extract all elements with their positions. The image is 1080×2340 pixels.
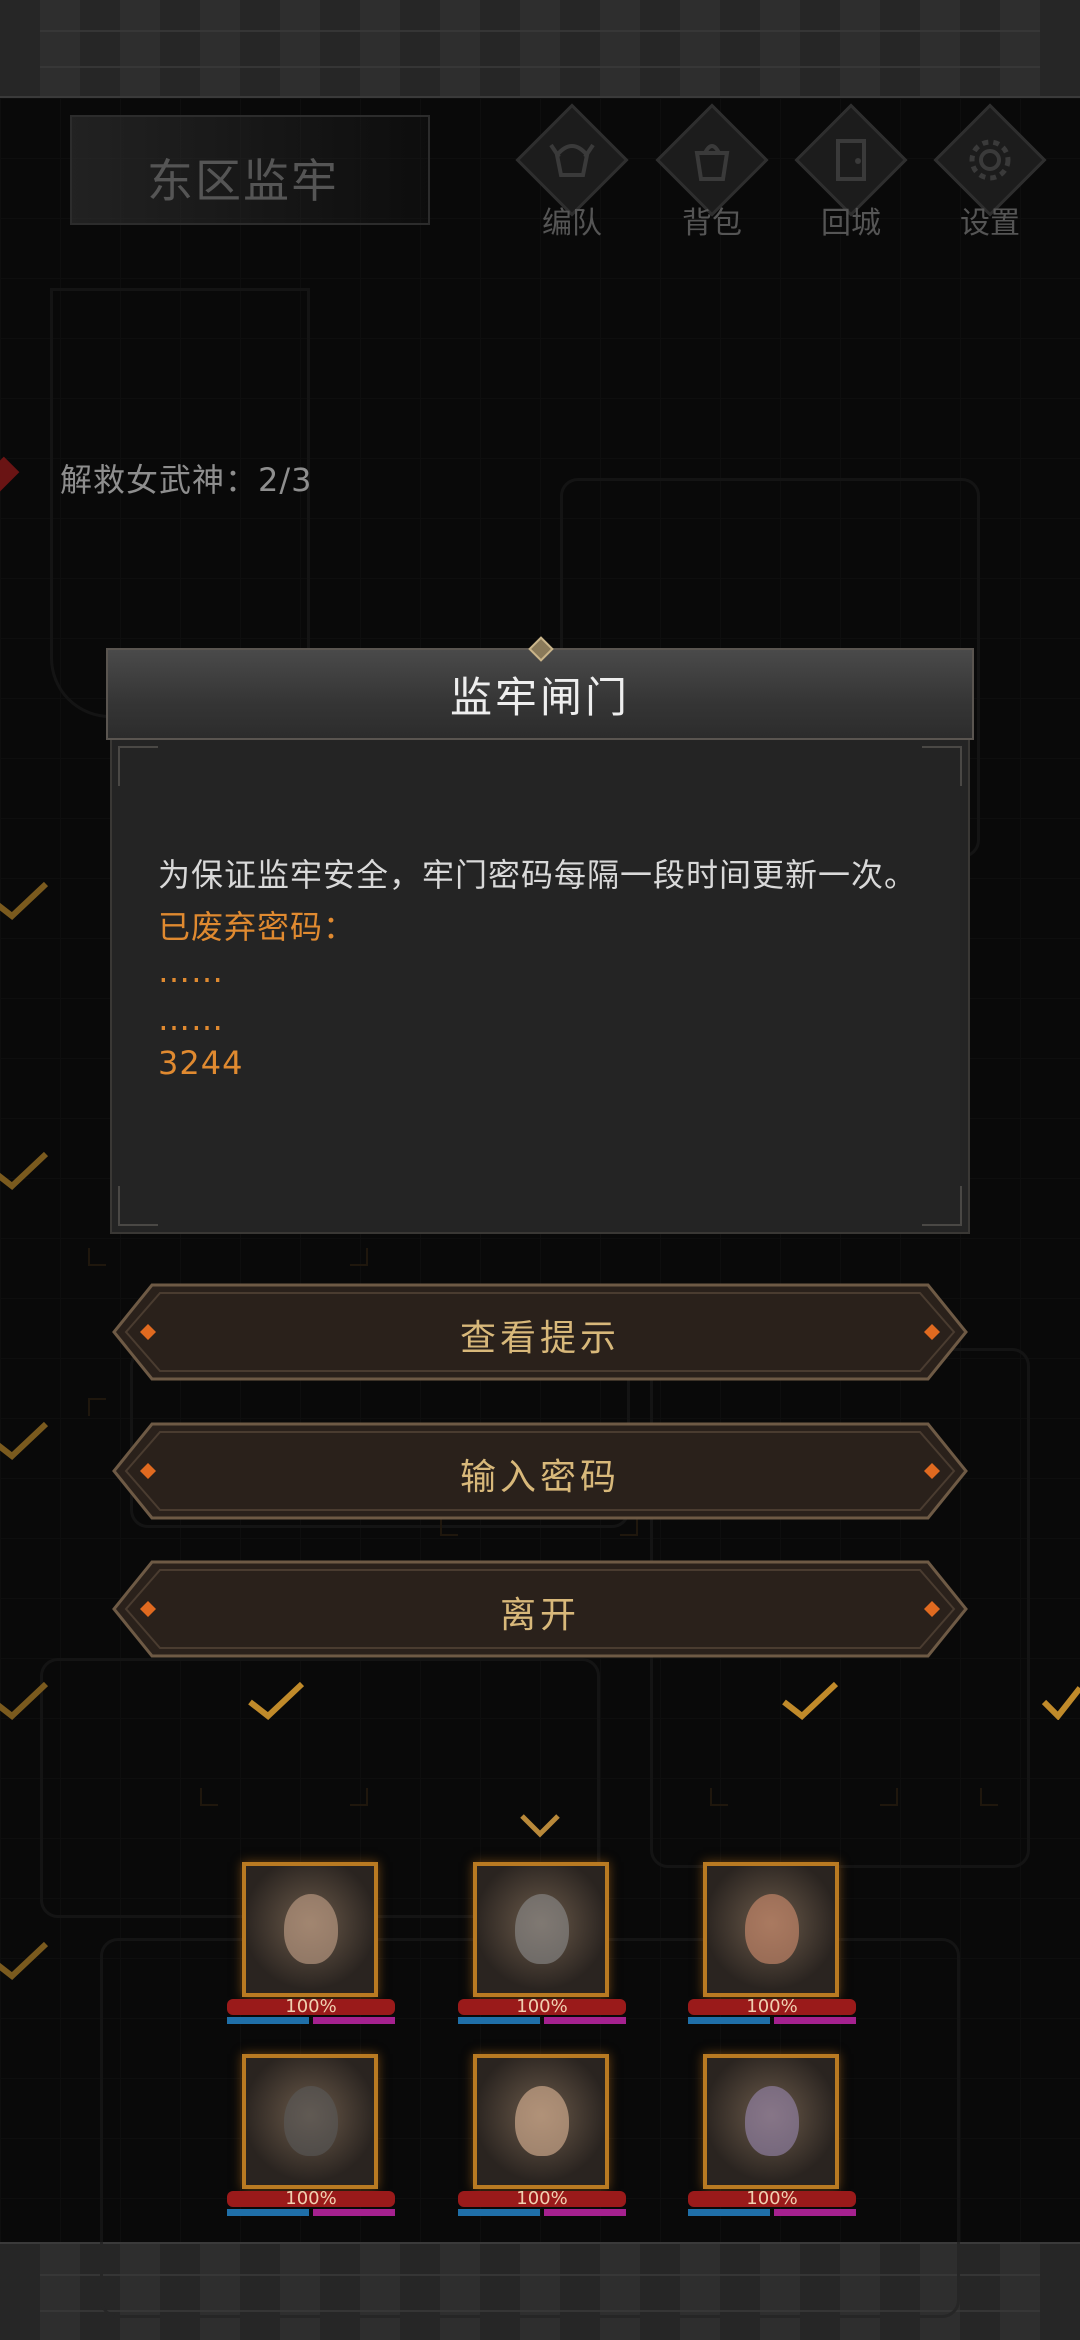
hp-bar: 100% — [227, 2188, 395, 2209]
enter-password-label: 输入密码 — [459, 1457, 620, 1498]
party-member[interactable]: 100% — [227, 2054, 395, 2219]
leave-button[interactable]: 离开 — [112, 1560, 968, 1658]
party-member[interactable]: 100% — [688, 2054, 856, 2219]
formation-label: 编队 — [542, 206, 602, 241]
hero-portrait — [473, 2054, 609, 2189]
leave-label: 离开 — [499, 1595, 580, 1636]
party-member[interactable]: 100% — [458, 2054, 626, 2219]
settings-button[interactable]: 设置 — [933, 103, 1047, 241]
cleared-check-icon — [0, 1680, 50, 1720]
hero-portrait — [242, 2054, 378, 2189]
rescue-progress: 解救女武神：2/3 — [60, 461, 313, 499]
hp-bar: 100% — [688, 2188, 856, 2209]
bag-icon — [694, 144, 730, 181]
return-town-button[interactable]: 回城 — [794, 103, 908, 241]
party-member[interactable]: 100% — [458, 1862, 626, 2027]
discarded-password-line: …… — [158, 952, 224, 990]
corner-ornament — [118, 746, 158, 786]
cleared-check-icon — [0, 1420, 50, 1460]
view-hint-label: 查看提示 — [459, 1318, 620, 1359]
hp-value: 100% — [516, 2188, 568, 2209]
prison-gate-dialog: 监牢闸门 为保证监牢安全，牢门密码每隔一段时间更新一次。 已废弃密码： …… …… — [106, 636, 974, 1234]
corner-ornament — [922, 746, 962, 786]
hp-bar: 100% — [458, 1996, 626, 2017]
corner-ornament — [118, 1186, 158, 1226]
settings-label: 设置 — [960, 206, 1020, 241]
cleared-check-icon — [0, 880, 50, 920]
gear-icon — [969, 139, 1011, 181]
helmet-icon — [549, 143, 595, 177]
cleared-check-icon — [0, 1150, 50, 1190]
discarded-password-line: …… — [158, 1000, 224, 1038]
area-title: 东区监牢 — [147, 154, 339, 208]
hero-portrait — [473, 1862, 609, 1997]
hero-portrait — [242, 1862, 378, 1997]
dialog-header: 监牢闸门 — [106, 636, 974, 740]
enter-password-button[interactable]: 输入密码 — [112, 1422, 968, 1520]
party-chevron-icon[interactable] — [520, 1810, 560, 1840]
discarded-password-value: 3244 — [158, 1044, 244, 1082]
cleared-check-icon — [0, 1940, 50, 1980]
cleared-check-icon — [1040, 1680, 1080, 1721]
dialog-message: 为保证监牢安全，牢门密码每隔一段时间更新一次。 — [158, 856, 918, 894]
hp-value: 100% — [516, 1996, 568, 2017]
hp-value: 100% — [285, 1996, 337, 2017]
hp-value: 100% — [285, 2188, 337, 2209]
bag-button[interactable]: 背包 — [655, 103, 769, 241]
hp-bar: 100% — [688, 1996, 856, 2017]
hero-portrait — [703, 2054, 839, 2189]
dialog-body: 为保证监牢安全，牢门密码每隔一段时间更新一次。 已废弃密码： …… …… 324… — [110, 740, 970, 1234]
hp-bar: 100% — [458, 2188, 626, 2209]
door-icon — [836, 139, 866, 181]
top-frame — [0, 0, 1080, 98]
view-hint-button[interactable]: 查看提示 — [112, 1283, 968, 1381]
dialog-title: 监牢闸门 — [449, 672, 630, 722]
hp-value: 100% — [746, 2188, 798, 2209]
hp-value: 100% — [746, 1996, 798, 2017]
corner-ornament — [922, 1186, 962, 1226]
hp-bar: 100% — [227, 1996, 395, 2017]
bag-label: 背包 — [682, 206, 742, 241]
party-member[interactable]: 100% — [688, 1862, 856, 2027]
party-member[interactable]: 100% — [227, 1862, 395, 2027]
cleared-check-icon — [246, 1680, 306, 1720]
cleared-check-icon — [780, 1680, 840, 1720]
discarded-password-label: 已废弃密码： — [158, 908, 357, 946]
return-town-label: 回城 — [821, 206, 881, 241]
formation-button[interactable]: 编队 — [515, 103, 629, 241]
hero-portrait — [703, 1862, 839, 1997]
area-title-panel: 东区监牢 — [70, 115, 430, 225]
